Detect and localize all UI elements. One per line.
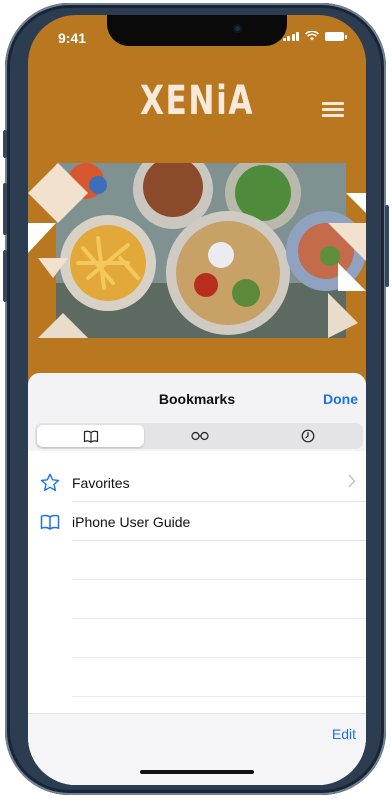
hamburger-menu-icon[interactable] — [322, 102, 344, 118]
star-icon — [40, 473, 60, 492]
history-icon — [301, 429, 314, 443]
bottom-toolbar: Edit — [28, 713, 366, 785]
volume-down-button — [3, 250, 7, 302]
done-button[interactable]: Done — [323, 391, 358, 407]
front-camera — [233, 24, 242, 33]
sheet-title: Bookmarks — [158, 391, 236, 407]
battery-icon — [325, 32, 347, 41]
bookmarks-sheet: Bookmarks Done Favorites iPhone User Gui… — [28, 373, 366, 785]
list-item-iphone-user-guide[interactable]: iPhone User Guide — [28, 502, 366, 541]
site-logo: XENiA — [139, 78, 255, 124]
bookmarks-list: Favorites iPhone User Guide — [28, 463, 366, 697]
book-icon — [83, 430, 98, 443]
status-icons — [282, 31, 347, 41]
mute-switch — [3, 130, 7, 158]
volume-up-button — [3, 183, 7, 235]
empty-row — [28, 658, 366, 697]
wifi-icon — [305, 31, 319, 41]
hero-image — [28, 149, 366, 338]
side-button — [385, 205, 389, 287]
list-item-label: Favorites — [72, 474, 130, 491]
list-item-label: iPhone User Guide — [72, 513, 191, 530]
chevron-right-icon — [348, 474, 356, 488]
signal-icon — [282, 31, 299, 41]
phone-screen: 9:41 XENiA Bookmarks Done Favorites iPho… — [28, 15, 366, 785]
segmented-control — [35, 423, 363, 449]
list-item-favorites[interactable]: Favorites — [28, 463, 366, 502]
reading-list-icon — [190, 431, 209, 441]
tab-bookmarks[interactable] — [37, 425, 144, 447]
notch — [107, 15, 287, 46]
tab-reading-list[interactable] — [146, 425, 253, 447]
sheet-header: Bookmarks Done — [28, 373, 366, 451]
tab-history[interactable] — [254, 425, 361, 447]
edit-button[interactable]: Edit — [332, 726, 356, 742]
home-indicator[interactable] — [140, 770, 254, 774]
empty-row — [28, 580, 366, 619]
empty-row — [28, 541, 366, 580]
status-time: 9:41 — [58, 30, 87, 46]
food-photo — [28, 149, 366, 338]
book-icon — [40, 514, 60, 530]
empty-row — [28, 619, 366, 658]
